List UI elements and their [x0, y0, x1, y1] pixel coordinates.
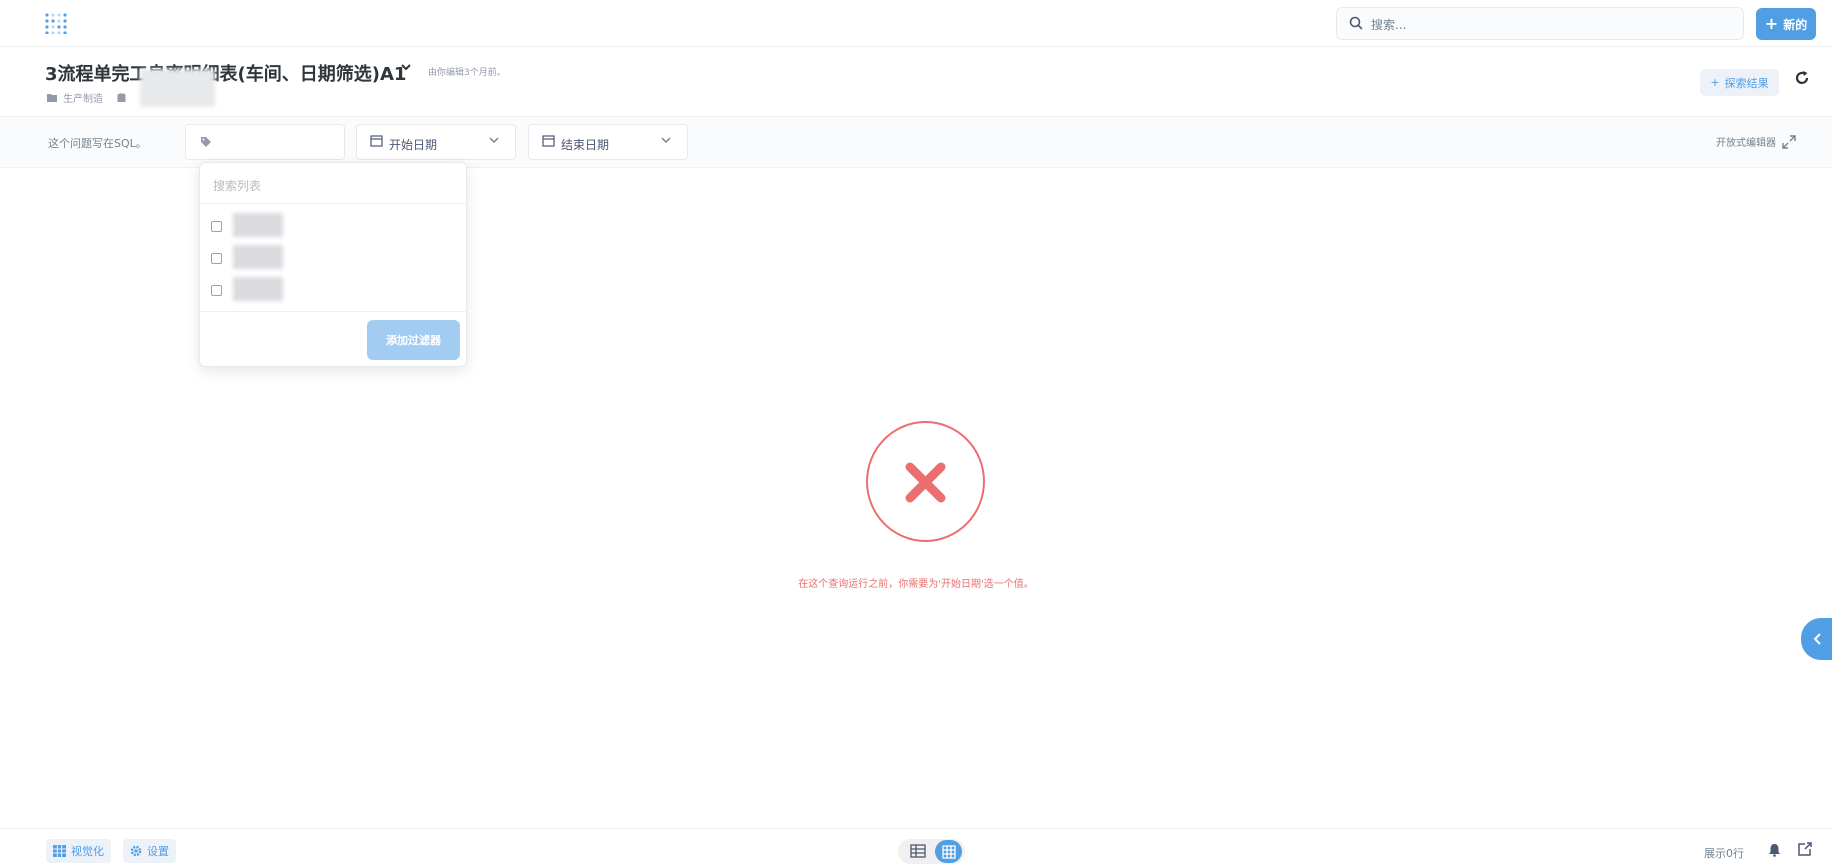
global-search-input[interactable]: 搜索... [1336, 7, 1744, 40]
footer-bar: 视觉化 设置 展示0行 [0, 828, 1832, 864]
sidebar-toggle-tab[interactable] [1801, 618, 1832, 660]
explore-results-button[interactable]: + 探索结果 [1700, 69, 1779, 96]
popover-search-input[interactable]: 搜索列表 [213, 177, 261, 194]
filter-values-popover: 搜索列表 添加过滤器 [199, 162, 467, 367]
filter-option[interactable] [211, 213, 291, 237]
view-toggle[interactable] [898, 839, 965, 864]
sql-note: 这个问题写在SQL。 [48, 137, 147, 150]
start-date-label: 开始日期 [389, 138, 438, 152]
chevron-down-icon [661, 137, 671, 144]
search-icon [1349, 16, 1363, 30]
folder-icon [47, 94, 57, 102]
gear-icon [130, 845, 142, 857]
calendar-icon [370, 135, 383, 147]
search-placeholder: 搜索... [1371, 18, 1407, 32]
filter-bar: 这个问题写在SQL。 开始日期 结束日期 开放式编辑器 [0, 117, 1832, 168]
visualization-view-toggle[interactable] [935, 840, 962, 863]
visualize-label: 视觉化 [71, 845, 104, 858]
settings-button[interactable]: 设置 [123, 839, 176, 863]
divider [200, 311, 466, 312]
question-title[interactable]: 3流程单完工良率明细表(车间、日期筛选)A1 [45, 60, 406, 86]
option-checkbox[interactable] [211, 221, 222, 232]
redacted-option-value [233, 245, 283, 269]
grid-icon [941, 844, 956, 859]
start-date-filter[interactable]: 开始日期 [356, 124, 516, 160]
end-date-label: 结束日期 [561, 138, 610, 152]
end-date-filter[interactable]: 结束日期 [528, 124, 688, 160]
open-editor-button[interactable]: 开放式编辑器 [1716, 134, 1796, 149]
explore-results-label: 探索结果 [1724, 76, 1769, 90]
filter-option[interactable] [211, 245, 291, 269]
breadcrumb: 生产制造 [47, 90, 126, 105]
collection-link[interactable]: 生产制造 [63, 90, 103, 105]
chevron-left-icon [1813, 633, 1821, 645]
filter-option[interactable] [211, 277, 291, 301]
add-filter-button[interactable]: 添加过滤器 [367, 320, 460, 360]
chevron-down-icon [489, 137, 499, 144]
table-icon[interactable] [910, 843, 926, 859]
option-checkbox[interactable] [211, 285, 222, 296]
error-message: 在这个查询运行之前，你需要为'开始日期'选一个值。 [798, 579, 1034, 590]
calendar-icon [542, 135, 555, 147]
metabase-logo[interactable] [44, 12, 70, 35]
refresh-icon[interactable] [1791, 70, 1813, 92]
table-grid-icon [53, 845, 66, 857]
chevron-down-icon[interactable] [400, 61, 412, 76]
new-button-label: 新的 [1783, 17, 1808, 32]
plus-icon: + [1764, 14, 1779, 33]
open-editor-label: 开放式编辑器 [1716, 138, 1776, 149]
database-icon [117, 92, 126, 102]
last-edited-note[interactable]: 由你编辑3个月前。 [428, 65, 506, 78]
new-button[interactable]: + 新的 [1756, 8, 1816, 40]
share-icon[interactable] [1797, 842, 1812, 857]
plus-icon: + [1710, 76, 1720, 89]
tag-filter-widget[interactable] [185, 124, 345, 160]
option-checkbox[interactable] [211, 253, 222, 264]
redacted-region [140, 69, 215, 107]
bell-icon[interactable] [1768, 843, 1781, 857]
redacted-option-value [233, 277, 283, 301]
settings-label: 设置 [147, 845, 169, 858]
question-header: 3流程单完工良率明细表(车间、日期筛选)A1 由你编辑3个月前。 生产制造 + … [0, 47, 1832, 117]
visualize-button[interactable]: 视觉化 [46, 839, 111, 863]
row-count: 展示0行 [1704, 847, 1744, 860]
error-icon [866, 421, 985, 542]
redacted-option-value [233, 213, 283, 237]
divider [200, 203, 466, 204]
tag-icon [201, 137, 211, 147]
top-navigation: 搜索... + 新的 [0, 0, 1832, 47]
expand-icon [1782, 134, 1796, 149]
